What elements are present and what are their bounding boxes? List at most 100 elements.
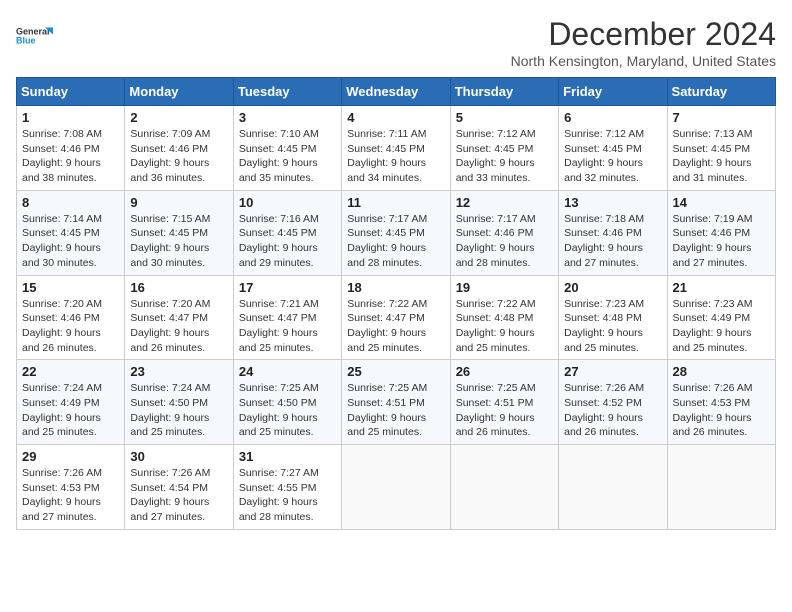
day-number: 4 — [347, 110, 444, 125]
calendar-cell: 3 Sunrise: 7:10 AMSunset: 4:45 PMDayligh… — [233, 106, 341, 191]
calendar-cell — [667, 445, 775, 530]
svg-text:General: General — [16, 27, 50, 37]
day-number: 25 — [347, 364, 444, 379]
subtitle: North Kensington, Maryland, United State… — [511, 53, 776, 69]
day-number: 19 — [456, 280, 553, 295]
calendar-cell: 13 Sunrise: 7:18 AMSunset: 4:46 PMDaylig… — [559, 190, 667, 275]
calendar-cell: 19 Sunrise: 7:22 AMSunset: 4:48 PMDaylig… — [450, 275, 558, 360]
day-info: Sunrise: 7:16 AMSunset: 4:45 PMDaylight:… — [239, 213, 319, 269]
calendar-cell: 8 Sunrise: 7:14 AMSunset: 4:45 PMDayligh… — [17, 190, 125, 275]
calendar-cell: 25 Sunrise: 7:25 AMSunset: 4:51 PMDaylig… — [342, 360, 450, 445]
calendar-cell: 14 Sunrise: 7:19 AMSunset: 4:46 PMDaylig… — [667, 190, 775, 275]
day-number: 26 — [456, 364, 553, 379]
calendar-cell: 29 Sunrise: 7:26 AMSunset: 4:53 PMDaylig… — [17, 445, 125, 530]
day-number: 23 — [130, 364, 227, 379]
day-info: Sunrise: 7:23 AMSunset: 4:49 PMDaylight:… — [673, 298, 753, 354]
day-number: 18 — [347, 280, 444, 295]
day-number: 8 — [22, 195, 119, 210]
day-number: 28 — [673, 364, 770, 379]
calendar-week-row: 15 Sunrise: 7:20 AMSunset: 4:46 PMDaylig… — [17, 275, 776, 360]
day-number: 9 — [130, 195, 227, 210]
day-info: Sunrise: 7:20 AMSunset: 4:46 PMDaylight:… — [22, 298, 102, 354]
calendar-cell: 6 Sunrise: 7:12 AMSunset: 4:45 PMDayligh… — [559, 106, 667, 191]
calendar-week-row: 29 Sunrise: 7:26 AMSunset: 4:53 PMDaylig… — [17, 445, 776, 530]
calendar-cell: 27 Sunrise: 7:26 AMSunset: 4:52 PMDaylig… — [559, 360, 667, 445]
day-number: 17 — [239, 280, 336, 295]
day-number: 10 — [239, 195, 336, 210]
day-info: Sunrise: 7:27 AMSunset: 4:55 PMDaylight:… — [239, 467, 319, 523]
calendar-cell: 20 Sunrise: 7:23 AMSunset: 4:48 PMDaylig… — [559, 275, 667, 360]
day-number: 13 — [564, 195, 661, 210]
day-number: 2 — [130, 110, 227, 125]
calendar-cell: 9 Sunrise: 7:15 AMSunset: 4:45 PMDayligh… — [125, 190, 233, 275]
calendar-cell: 31 Sunrise: 7:27 AMSunset: 4:55 PMDaylig… — [233, 445, 341, 530]
day-info: Sunrise: 7:21 AMSunset: 4:47 PMDaylight:… — [239, 298, 319, 354]
calendar-cell: 11 Sunrise: 7:17 AMSunset: 4:45 PMDaylig… — [342, 190, 450, 275]
day-number: 6 — [564, 110, 661, 125]
day-info: Sunrise: 7:20 AMSunset: 4:47 PMDaylight:… — [130, 298, 210, 354]
day-info: Sunrise: 7:13 AMSunset: 4:45 PMDaylight:… — [673, 128, 753, 184]
day-number: 3 — [239, 110, 336, 125]
calendar-cell: 24 Sunrise: 7:25 AMSunset: 4:50 PMDaylig… — [233, 360, 341, 445]
day-info: Sunrise: 7:26 AMSunset: 4:54 PMDaylight:… — [130, 467, 210, 523]
day-number: 16 — [130, 280, 227, 295]
header-saturday: Saturday — [667, 78, 775, 106]
header-wednesday: Wednesday — [342, 78, 450, 106]
calendar-cell: 30 Sunrise: 7:26 AMSunset: 4:54 PMDaylig… — [125, 445, 233, 530]
day-info: Sunrise: 7:25 AMSunset: 4:50 PMDaylight:… — [239, 382, 319, 438]
calendar: Sunday Monday Tuesday Wednesday Thursday… — [16, 77, 776, 530]
day-number: 27 — [564, 364, 661, 379]
day-info: Sunrise: 7:25 AMSunset: 4:51 PMDaylight:… — [347, 382, 427, 438]
day-info: Sunrise: 7:15 AMSunset: 4:45 PMDaylight:… — [130, 213, 210, 269]
calendar-cell: 2 Sunrise: 7:09 AMSunset: 4:46 PMDayligh… — [125, 106, 233, 191]
day-info: Sunrise: 7:23 AMSunset: 4:48 PMDaylight:… — [564, 298, 644, 354]
header-thursday: Thursday — [450, 78, 558, 106]
calendar-cell: 7 Sunrise: 7:13 AMSunset: 4:45 PMDayligh… — [667, 106, 775, 191]
calendar-cell: 26 Sunrise: 7:25 AMSunset: 4:51 PMDaylig… — [450, 360, 558, 445]
day-number: 7 — [673, 110, 770, 125]
day-info: Sunrise: 7:12 AMSunset: 4:45 PMDaylight:… — [456, 128, 536, 184]
day-info: Sunrise: 7:09 AMSunset: 4:46 PMDaylight:… — [130, 128, 210, 184]
logo-svg: General Blue — [16, 16, 56, 56]
day-info: Sunrise: 7:26 AMSunset: 4:53 PMDaylight:… — [22, 467, 102, 523]
day-number: 21 — [673, 280, 770, 295]
calendar-cell: 17 Sunrise: 7:21 AMSunset: 4:47 PMDaylig… — [233, 275, 341, 360]
calendar-cell: 18 Sunrise: 7:22 AMSunset: 4:47 PMDaylig… — [342, 275, 450, 360]
calendar-cell: 28 Sunrise: 7:26 AMSunset: 4:53 PMDaylig… — [667, 360, 775, 445]
calendar-cell: 4 Sunrise: 7:11 AMSunset: 4:45 PMDayligh… — [342, 106, 450, 191]
day-info: Sunrise: 7:26 AMSunset: 4:52 PMDaylight:… — [564, 382, 644, 438]
title-area: December 2024 North Kensington, Maryland… — [511, 16, 776, 69]
day-number: 14 — [673, 195, 770, 210]
day-info: Sunrise: 7:14 AMSunset: 4:45 PMDaylight:… — [22, 213, 102, 269]
day-number: 11 — [347, 195, 444, 210]
calendar-header-row: Sunday Monday Tuesday Wednesday Thursday… — [17, 78, 776, 106]
day-info: Sunrise: 7:22 AMSunset: 4:48 PMDaylight:… — [456, 298, 536, 354]
day-info: Sunrise: 7:08 AMSunset: 4:46 PMDaylight:… — [22, 128, 102, 184]
calendar-cell: 21 Sunrise: 7:23 AMSunset: 4:49 PMDaylig… — [667, 275, 775, 360]
header-sunday: Sunday — [17, 78, 125, 106]
day-info: Sunrise: 7:26 AMSunset: 4:53 PMDaylight:… — [673, 382, 753, 438]
header-monday: Monday — [125, 78, 233, 106]
day-info: Sunrise: 7:24 AMSunset: 4:49 PMDaylight:… — [22, 382, 102, 438]
svg-text:Blue: Blue — [16, 36, 36, 46]
day-info: Sunrise: 7:17 AMSunset: 4:45 PMDaylight:… — [347, 213, 427, 269]
day-number: 30 — [130, 449, 227, 464]
calendar-cell — [342, 445, 450, 530]
header-friday: Friday — [559, 78, 667, 106]
day-number: 22 — [22, 364, 119, 379]
day-number: 29 — [22, 449, 119, 464]
day-number: 24 — [239, 364, 336, 379]
day-info: Sunrise: 7:25 AMSunset: 4:51 PMDaylight:… — [456, 382, 536, 438]
day-number: 5 — [456, 110, 553, 125]
day-info: Sunrise: 7:24 AMSunset: 4:50 PMDaylight:… — [130, 382, 210, 438]
day-info: Sunrise: 7:17 AMSunset: 4:46 PMDaylight:… — [456, 213, 536, 269]
day-number: 1 — [22, 110, 119, 125]
day-info: Sunrise: 7:22 AMSunset: 4:47 PMDaylight:… — [347, 298, 427, 354]
calendar-cell: 23 Sunrise: 7:24 AMSunset: 4:50 PMDaylig… — [125, 360, 233, 445]
day-info: Sunrise: 7:18 AMSunset: 4:46 PMDaylight:… — [564, 213, 644, 269]
calendar-cell — [450, 445, 558, 530]
calendar-week-row: 1 Sunrise: 7:08 AMSunset: 4:46 PMDayligh… — [17, 106, 776, 191]
logo: General Blue — [16, 16, 56, 56]
header: General Blue December 2024 North Kensing… — [16, 16, 776, 69]
header-tuesday: Tuesday — [233, 78, 341, 106]
